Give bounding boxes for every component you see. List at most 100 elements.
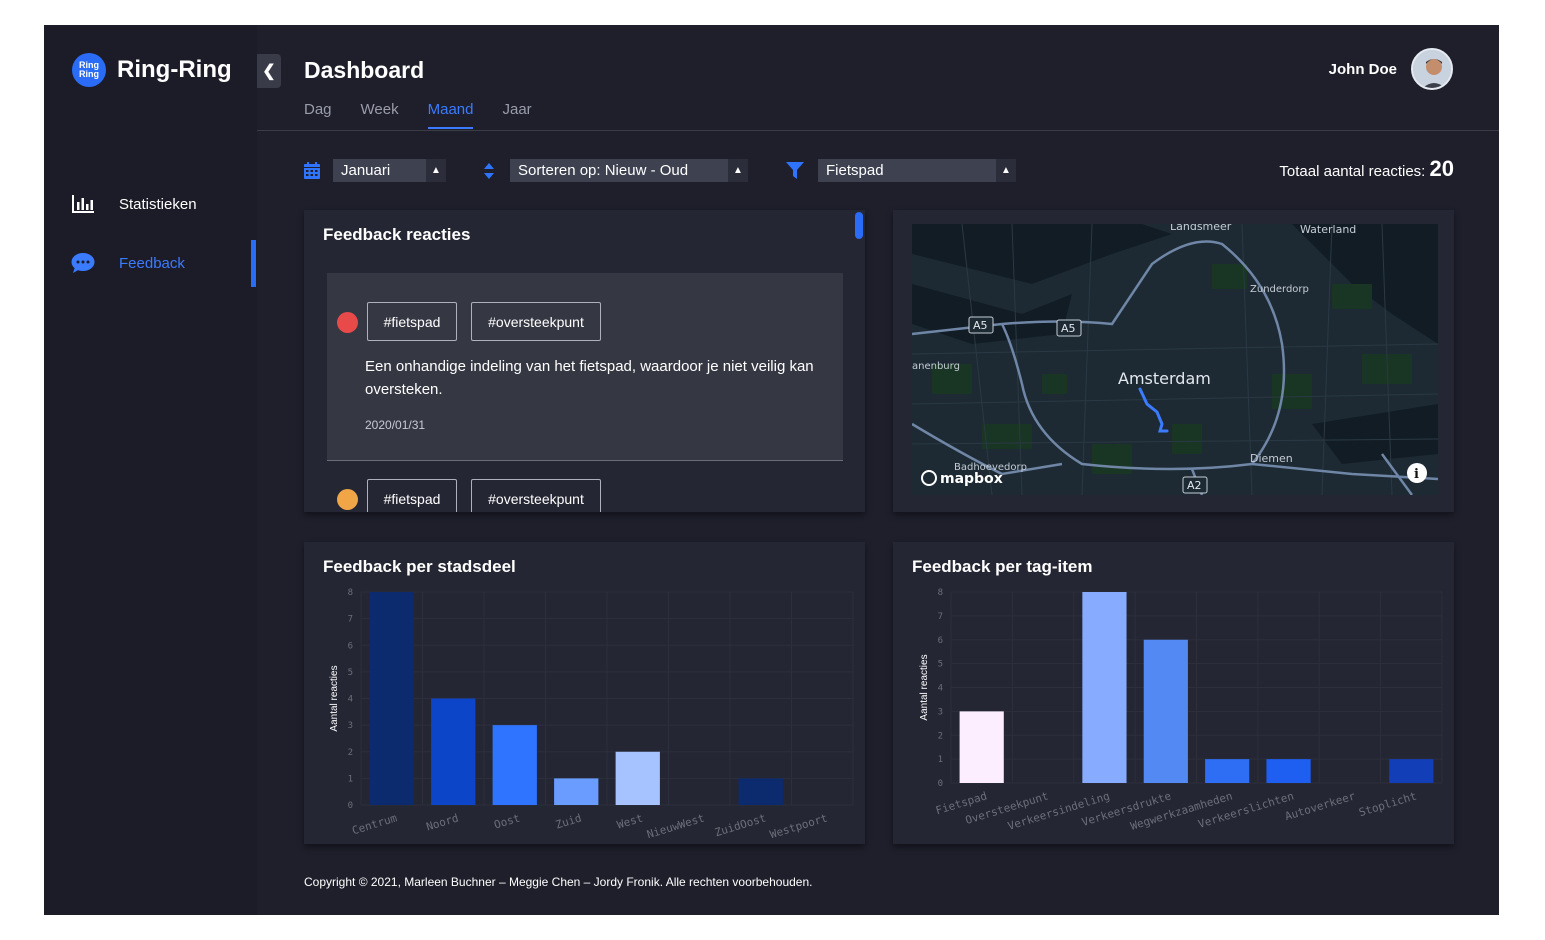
active-indicator	[251, 240, 256, 287]
bar	[554, 778, 599, 805]
map-card: Landsmeer Waterland Zunderdorp anenburg …	[893, 210, 1454, 512]
month-select-value: Januari	[341, 162, 391, 179]
sort-caret-icon: ▲	[996, 159, 1016, 182]
bar	[369, 592, 414, 805]
sort-caret-icon: ▲	[728, 159, 748, 182]
tab-week[interactable]: Week	[361, 101, 399, 129]
tag-chip[interactable]: #oversteekpunt	[471, 479, 601, 512]
y-tick-label: 2	[938, 731, 943, 741]
feedback-card-title: Feedback reacties	[323, 225, 471, 244]
y-tick-label: 0	[938, 779, 943, 789]
brand[interactable]: Ring Ring Ring-Ring	[72, 53, 232, 87]
bar	[431, 698, 476, 805]
sort-select[interactable]: Sorteren op: Nieuw - Oud ▲	[510, 159, 748, 182]
tag-chip[interactable]: #fietspad	[367, 479, 457, 512]
category-select-value: Fietspad	[826, 162, 884, 179]
y-tick-label: 4	[938, 684, 943, 694]
map-label: Amsterdam	[1118, 369, 1211, 388]
tab-dag[interactable]: Dag	[304, 101, 332, 129]
map-label: Zunderdorp	[1250, 284, 1309, 295]
bar	[1389, 759, 1434, 783]
sidebar-item-statistieken[interactable]: Statistieken	[71, 195, 197, 213]
y-tick-label: 5	[938, 660, 943, 670]
bar	[615, 751, 660, 805]
map-label: A2	[1187, 479, 1202, 492]
sidebar-item-feedback[interactable]: Feedback	[71, 252, 185, 274]
x-tick-label: Autoverkeer	[1283, 789, 1357, 823]
tab-jaar[interactable]: Jaar	[502, 101, 531, 129]
y-tick-label: 3	[938, 707, 943, 717]
filter-bar: Januari ▲ Sorteren op: Nieuw - Oud ▲ Fie…	[304, 156, 1454, 185]
x-tick-label: NieuwWest	[645, 811, 706, 841]
x-tick-label: Zuid	[554, 811, 583, 831]
app-window: Ring Ring Ring-Ring Statistieken Feedbac…	[44, 25, 1499, 915]
map-label: Waterland	[1300, 224, 1356, 236]
feedback-date: 2020/01/31	[365, 418, 426, 432]
sort-icon	[484, 162, 494, 179]
y-tick-label: 6	[938, 636, 943, 646]
y-tick-label: 6	[348, 641, 353, 651]
list-item[interactable]: #fietspad #oversteekpunt Een onhandige i…	[327, 273, 843, 461]
y-tick-label: 7	[348, 615, 353, 625]
bar	[1205, 759, 1250, 783]
priority-dot-orange	[337, 489, 358, 510]
period-tabs: Dag Week Maand Jaar	[304, 101, 561, 129]
total-label: Totaal aantal reacties:	[1279, 163, 1426, 180]
header-divider	[257, 130, 1499, 131]
chart-tag-item: 012345678FietspadOversteekpuntVerkeersin…	[919, 588, 1443, 833]
bar	[492, 725, 537, 805]
chart-stadsdeel: 0 1 2 3 4 5 6 7 8 Centrum Noord Oost Zuid West NieuwWe…	[329, 588, 854, 841]
category-select[interactable]: Fietspad ▲	[818, 159, 1016, 182]
user-menu[interactable]: John Doe	[1329, 48, 1453, 90]
brand-logo-icon: Ring Ring	[72, 53, 106, 87]
chart-card-stadsdeel: Feedback per stadsdeel 0 1 2 3 4 5 6 7 8 Centrum N…	[304, 542, 865, 844]
y-tick-label: 7	[938, 612, 943, 622]
page-title: Dashboard	[304, 57, 425, 83]
y-tick-label: 4	[348, 695, 353, 705]
tab-maand[interactable]: Maand	[427, 101, 474, 129]
chart-card-tag-item: Feedback per tag-item 0 1 2 3 4 5 6 7 8 Fietspad O…	[893, 542, 1454, 844]
month-filter: Januari ▲	[304, 159, 446, 182]
sort-caret-icon: ▲	[426, 159, 446, 182]
total-value: 20	[1429, 156, 1454, 181]
feedback-text: Een onhandige indeling van het fietspad,…	[365, 358, 814, 398]
sort-filter: Sorteren op: Nieuw - Oud ▲	[484, 159, 748, 182]
info-icon[interactable]	[1406, 462, 1428, 484]
y-tick-label: 8	[938, 588, 943, 598]
y-tick-label: 8	[348, 588, 353, 598]
y-tick-label: 0	[348, 801, 353, 811]
y-tick-label: 1	[348, 774, 353, 784]
list-item[interactable]: #fietspad #oversteekpunt	[327, 462, 843, 512]
sidebar-item-label: Statistieken	[119, 195, 197, 213]
feedback-scrollbar[interactable]	[855, 212, 863, 239]
x-tick-label: Westpoort	[768, 811, 829, 841]
map-label: A5	[973, 319, 988, 332]
bar	[1266, 759, 1311, 783]
total-reactions: Totaal aantal reacties: 20	[1279, 156, 1454, 182]
map[interactable]: Landsmeer Waterland Zunderdorp anenburg …	[912, 224, 1438, 495]
x-tick-label: Noord	[425, 811, 460, 833]
y-tick-label: 2	[348, 748, 353, 758]
sort-select-value: Sorteren op: Nieuw - Oud	[518, 162, 689, 179]
month-select[interactable]: Januari ▲	[333, 159, 446, 182]
map-label: anenburg	[912, 361, 960, 372]
avatar[interactable]	[1411, 48, 1453, 90]
tag-chip[interactable]: #fietspad	[367, 302, 457, 341]
collapse-sidebar-button[interactable]: ❮	[257, 54, 281, 88]
bar	[1082, 592, 1127, 783]
mapbox-logo: mapbox	[940, 471, 1003, 487]
bar	[959, 711, 1004, 783]
tag-chip[interactable]: #oversteekpunt	[471, 302, 601, 341]
chevron-left-icon: ❮	[262, 63, 276, 80]
bar	[1143, 639, 1188, 783]
calendar-icon	[304, 162, 320, 179]
chat-bubble-icon	[71, 252, 95, 274]
y-axis-label: Aantal reacties	[919, 654, 930, 720]
map-label: Landsmeer	[1170, 224, 1232, 233]
x-tick-label: Oost	[492, 811, 521, 831]
logo-text-bottom: Ring	[79, 69, 99, 79]
bar-chart-icon	[71, 195, 95, 213]
sidebar: Ring Ring Ring-Ring Statistieken Feedbac…	[44, 25, 257, 915]
bar	[738, 778, 783, 805]
x-tick-label: Centrum	[350, 811, 398, 837]
